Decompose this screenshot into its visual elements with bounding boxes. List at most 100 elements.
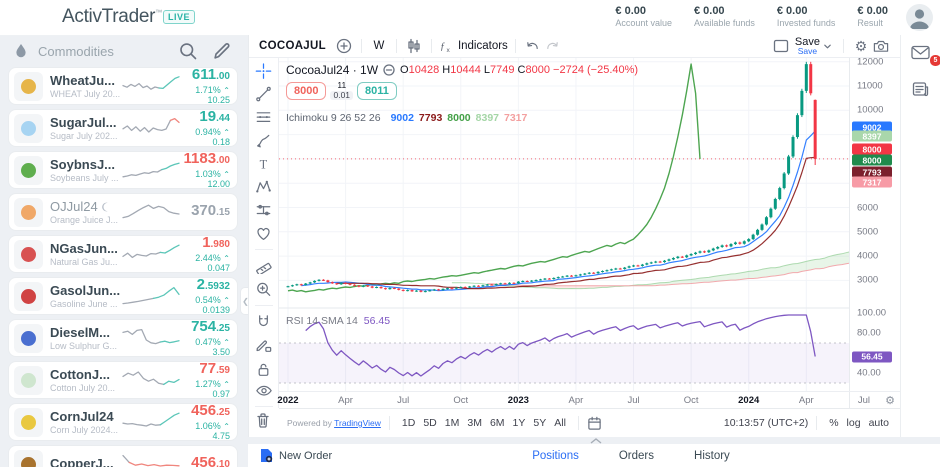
buy-button[interactable]: 8011 xyxy=(357,82,397,100)
price-and-rsi-canvas xyxy=(279,58,849,391)
measure-ruler-icon[interactable] xyxy=(255,258,272,274)
range-3m[interactable]: 3M xyxy=(463,417,486,429)
sparkline xyxy=(122,241,180,267)
trash-icon[interactable] xyxy=(255,412,271,429)
list-item[interactable]: CopperJ...456.10 xyxy=(8,445,238,467)
price-label: 1.980 xyxy=(180,236,230,252)
percent-scale-toggle[interactable]: % xyxy=(825,417,842,429)
chart-settings-gear-icon[interactable]: ⚙ xyxy=(851,36,871,56)
range-1m[interactable]: 1M xyxy=(441,417,464,429)
watchlist-sidebar: Commodities WheatJu...WHEAT July 20...61… xyxy=(0,35,248,467)
save-button[interactable]: SaveSave xyxy=(795,37,832,56)
range-5d[interactable]: 5D xyxy=(419,417,440,429)
time-tick: Oct xyxy=(453,395,468,406)
instrument-name: SoybnsJ...Soybeans July ... xyxy=(50,157,120,183)
droplet-icon xyxy=(14,43,28,59)
tab-positions[interactable]: Positions xyxy=(532,450,579,462)
drawing-mode-pencil-icon[interactable] xyxy=(255,337,272,353)
interval-button[interactable]: W xyxy=(369,36,389,56)
user-avatar[interactable] xyxy=(906,4,933,31)
undo-icon[interactable] xyxy=(523,36,543,56)
chart-type-candles-icon[interactable] xyxy=(404,36,424,56)
collapse-legend-icon[interactable] xyxy=(383,64,395,76)
text-tool-icon[interactable]: T xyxy=(255,156,272,172)
rsi-axis-label: 80.00 xyxy=(857,328,881,339)
copper-icon xyxy=(14,450,43,467)
price-tag: 8000 xyxy=(852,144,892,155)
price-label: 611.00 xyxy=(180,68,230,84)
tab-orders[interactable]: Orders xyxy=(619,450,654,462)
change-label: 0.94% ⌃ 0.18 xyxy=(180,127,230,147)
indicators-button[interactable]: ƒx Indicators xyxy=(439,36,508,56)
ichimoku-legend[interactable]: Ichimoku 9 26 52 2690027793800083977317 xyxy=(286,112,527,124)
redo-icon[interactable] xyxy=(543,36,563,56)
trend-line-icon[interactable] xyxy=(255,86,272,102)
time-tick: 2024 xyxy=(738,395,759,406)
sparkline xyxy=(122,451,180,467)
magnet-icon[interactable] xyxy=(255,314,272,330)
new-order-button[interactable]: New Order xyxy=(260,448,332,463)
price-axis[interactable]: 1200011000100006000500040003000100.0080.… xyxy=(849,58,901,408)
range-1y[interactable]: 1Y xyxy=(509,417,530,429)
chart-toolbar: COCOAJUL W ƒx Indicators SaveSave xyxy=(249,35,901,58)
sparkline xyxy=(122,283,180,309)
lock-drawings-icon[interactable] xyxy=(255,361,272,377)
hide-drawings-eye-icon[interactable] xyxy=(255,384,273,398)
mail-icon[interactable]: 5 xyxy=(911,45,930,65)
search-icon[interactable] xyxy=(178,41,198,61)
list-item[interactable]: WheatJu...WHEAT July 20...611.001.71% ⌃ … xyxy=(8,67,238,105)
go-to-date-icon[interactable] xyxy=(587,416,602,431)
tradingview-link[interactable]: TradingView xyxy=(334,418,381,428)
list-item[interactable]: GasolJun...Gasoline June ...2.59320.54% … xyxy=(8,277,238,315)
crosshair-icon[interactable] xyxy=(255,63,272,79)
ichimoku-value: 7793 xyxy=(419,112,442,124)
tab-history[interactable]: History xyxy=(694,450,730,462)
log-scale-toggle[interactable]: log xyxy=(843,417,865,429)
auto-scale-toggle[interactable]: auto xyxy=(865,417,893,429)
ichimoku-value: 7317 xyxy=(504,112,527,124)
range-5y[interactable]: 5Y xyxy=(529,417,550,429)
heart-emoji-tool-icon[interactable] xyxy=(255,226,272,241)
fib-lines-icon[interactable] xyxy=(255,109,272,125)
session-clock[interactable]: 10:13:57 (UTC+2) xyxy=(724,417,808,429)
mail-badge: 5 xyxy=(929,54,940,67)
account-stats: € 0.00Account value € 0.00Available fund… xyxy=(615,5,888,28)
price-tag: 8000 xyxy=(852,155,892,166)
layout-icon[interactable] xyxy=(771,36,791,56)
instrument-list: WheatJu...WHEAT July 20...611.001.71% ⌃ … xyxy=(0,67,248,467)
drawing-tools-rail: T xyxy=(249,58,279,408)
gasoline-icon xyxy=(14,282,43,311)
chart-plot-area[interactable]: CocoaJul24 · 1W O10428 H10444 L7749 C800… xyxy=(279,58,849,391)
zoom-in-icon[interactable] xyxy=(255,281,272,297)
edit-pencil-icon[interactable] xyxy=(212,41,232,61)
account-value-stat: € 0.00Account value xyxy=(615,5,672,28)
rsi-legend[interactable]: RSI 14 SMA 1456.45 xyxy=(286,315,390,327)
time-axis[interactable]: ⚙ 2022AprJulOct2023AprJulOct2024AprJul xyxy=(279,391,901,408)
timezone-gear-icon[interactable]: ⚙ xyxy=(885,394,895,407)
news-icon[interactable] xyxy=(912,81,929,102)
range-6m[interactable]: 6M xyxy=(486,417,509,429)
list-item[interactable]: SoybnsJ...Soybeans July ...1183.001.03% … xyxy=(8,151,238,189)
change-label: 1.03% ⌃ 12.00 xyxy=(180,169,230,189)
range-all[interactable]: All xyxy=(550,417,570,429)
list-item[interactable]: OJJul24Orange Juice J...370.15 xyxy=(8,193,238,231)
brush-icon[interactable] xyxy=(255,133,272,149)
legend-symbol[interactable]: CocoaJul24 · 1W xyxy=(286,63,378,77)
sparkline xyxy=(122,115,180,141)
list-item[interactable]: CottonJ...Cotton July 20...77.591.27% ⌃ … xyxy=(8,361,238,399)
instrument-name: WheatJu...WHEAT July 20... xyxy=(50,73,120,99)
chart-panel: COCOAJUL W ƒx Indicators SaveSave xyxy=(248,35,900,437)
list-item[interactable]: NGasJun...Natural Gas Ju...1.9802.44% ⌃ … xyxy=(8,235,238,273)
sell-button[interactable]: 8000 xyxy=(286,82,326,100)
symbol-button[interactable]: COCOAJUL xyxy=(259,40,326,52)
list-item[interactable]: SugarJul...Sugar July 202...19.440.94% ⌃… xyxy=(8,109,238,147)
change-label: 0.47% ⌃ 3.50 xyxy=(180,337,230,357)
list-item[interactable]: DieselM...Low Sulphur G...754.250.47% ⌃ … xyxy=(8,319,238,357)
compare-add-icon[interactable] xyxy=(334,36,354,56)
change-label: 0.54% ⌃ 0.0139 xyxy=(180,295,230,315)
screenshot-camera-icon[interactable] xyxy=(871,36,891,56)
xabcd-pattern-icon[interactable] xyxy=(255,179,272,195)
long-position-icon[interactable] xyxy=(255,202,272,218)
list-item[interactable]: CornJul24Corn July 2024...456.251.06% ⌃ … xyxy=(8,403,238,441)
range-1d[interactable]: 1D xyxy=(398,417,419,429)
